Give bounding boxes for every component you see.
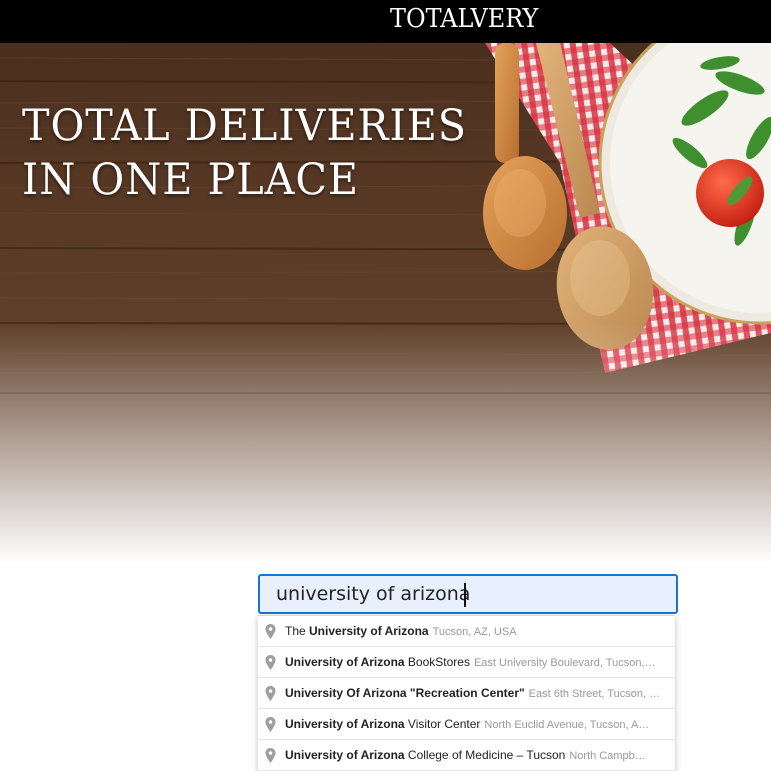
autocomplete-dropdown: The University of Arizona Tucson, AZ, USA… (258, 615, 675, 771)
hero-banner: TOTAL DELIVERIES IN ONE PLACE (0, 43, 771, 563)
hero-title: TOTAL DELIVERIES IN ONE PLACE (22, 99, 492, 207)
hero-title-line-2: IN ONE PLACE (22, 155, 360, 205)
suggestion-rest: Visitor Center (404, 717, 481, 731)
suggestion-secondary: North Euclid Avenue, Tucson, A… (484, 719, 650, 731)
suggestion-prefix: The (285, 624, 310, 638)
map-pin-icon (265, 748, 276, 763)
suggestion-match: University of Arizona (285, 748, 405, 762)
suggestion-item[interactable]: University Of Arizona "Recreation Center… (258, 678, 675, 709)
suggestion-secondary: North Campb… (569, 750, 646, 762)
text-caret (464, 583, 466, 607)
suggestion-rest: College of Medicine – Tucson (404, 748, 566, 762)
map-pin-icon (265, 717, 276, 732)
suggestion-rest: "Recreation Center" (406, 686, 525, 700)
address-search-box[interactable] (258, 574, 678, 614)
suggestion-item[interactable]: University of Arizona BookStores East Uni… (258, 647, 675, 678)
suggestion-secondary: Tucson, AZ, USA (432, 626, 517, 638)
brand-logo[interactable]: TOTALVERY (390, 3, 538, 35)
map-pin-icon (265, 686, 276, 701)
page: TOTALVERY TOTAL DELIVERIES IN ONE PLACE … (0, 0, 771, 771)
map-pin-icon (265, 624, 276, 639)
suggestion-item[interactable]: University of Arizona College of Medicin… (258, 740, 675, 771)
suggestion-rest: BookStores (404, 655, 470, 669)
map-pin-icon (265, 655, 276, 670)
address-search-input[interactable] (260, 576, 676, 612)
top-bar: TOTALVERY (0, 0, 771, 43)
suggestion-item[interactable]: The University of Arizona Tucson, AZ, USA (258, 616, 675, 647)
suggestion-match: University Of Arizona (285, 686, 407, 700)
suggestion-secondary: East University Boulevard, Tucson,… (473, 657, 656, 669)
suggestion-match: University of Arizona (285, 717, 405, 731)
suggestion-secondary: East 6th Street, Tucson, … (528, 688, 661, 700)
suggestion-match: University of Arizona (309, 624, 429, 638)
suggestion-match: University of Arizona (285, 655, 405, 669)
hero-title-line-1: TOTAL DELIVERIES (22, 101, 468, 151)
suggestion-item[interactable]: University of Arizona Visitor Center Nort… (258, 709, 675, 740)
